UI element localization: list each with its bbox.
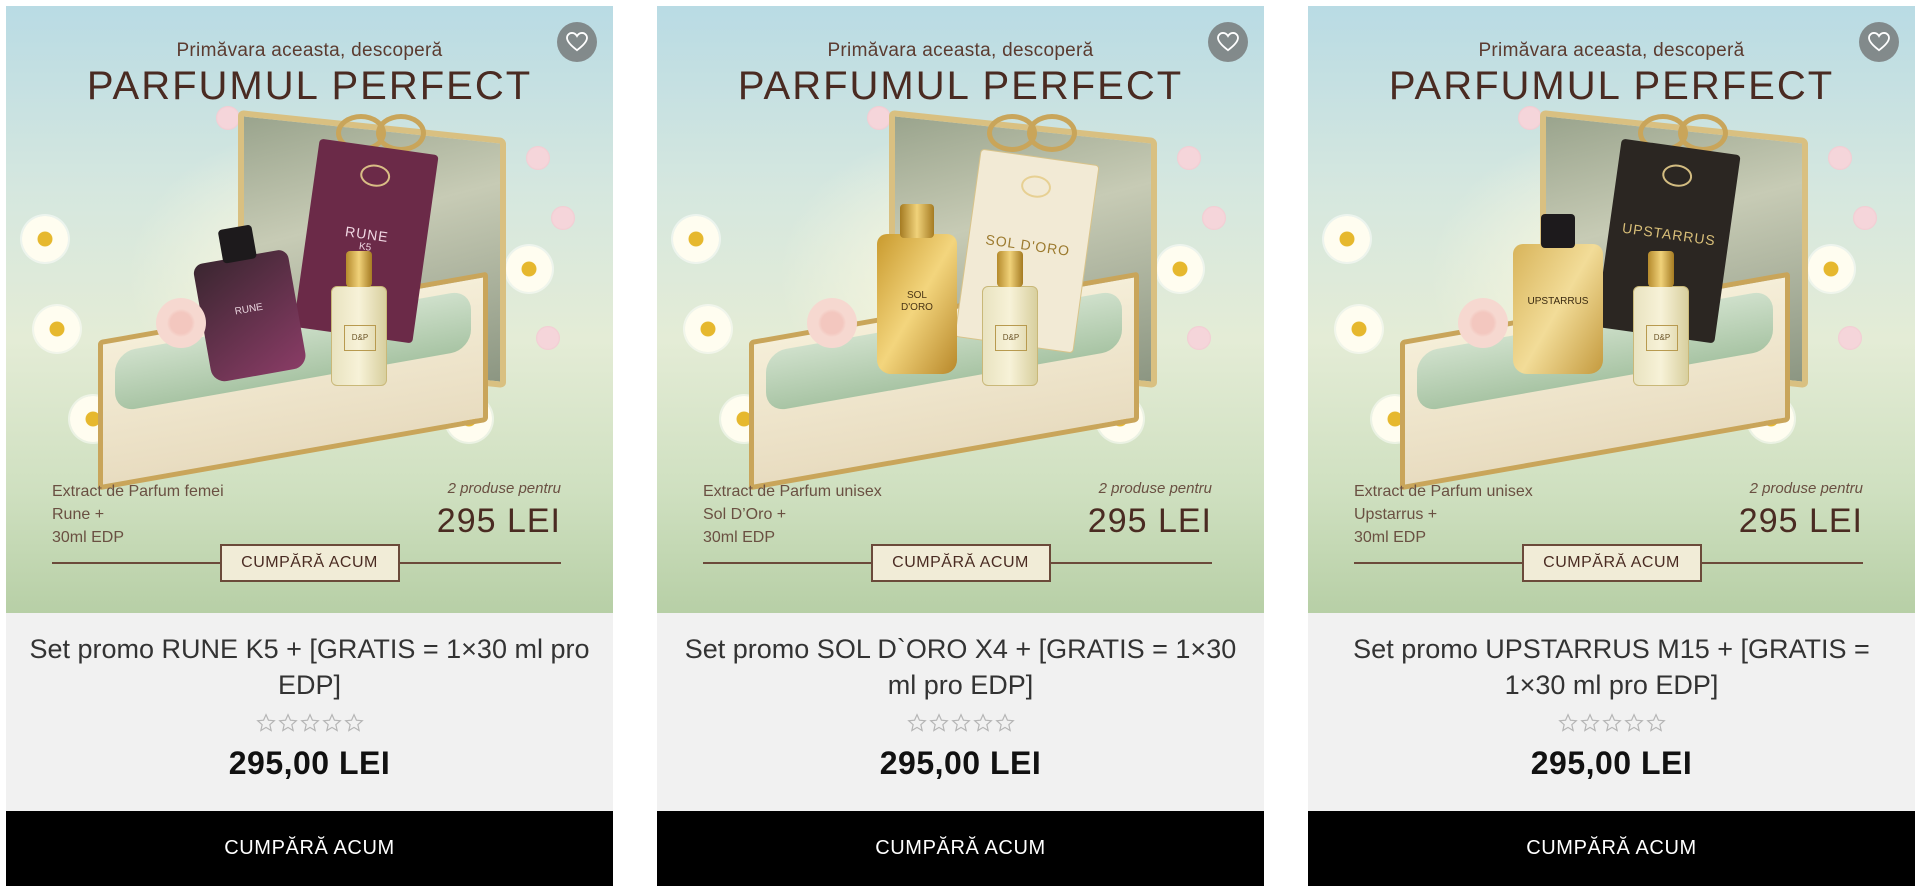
product-title[interactable]: Set promo RUNE K5 + [GRATIS = 1×30 ml pr… <box>25 631 595 703</box>
blossom-decoration <box>1828 146 1852 170</box>
favorite-button[interactable] <box>1859 22 1899 62</box>
offer-price: 295 LEI <box>1087 502 1212 540</box>
banner-cta: CUMPĂRĂ ACUM <box>1521 544 1702 582</box>
product-price: 295,00 LEI <box>1530 745 1693 781</box>
blossom-decoration <box>1187 326 1211 350</box>
perfume-bottle-label: SOL D'ORO <box>901 290 933 313</box>
blossom-decoration <box>1518 106 1542 130</box>
buy-now-button[interactable]: CUMPĂRĂ ACUM <box>657 811 1264 886</box>
star-outline-icon <box>299 713 320 732</box>
product-card: Primăvara aceasta, descoperă PARFUMUL PE… <box>657 6 1264 886</box>
perfume-bottle-label: RUNE <box>233 301 264 318</box>
banner-headline: PARFUMUL PERFECT <box>1388 64 1835 108</box>
daffodil-decoration <box>506 246 552 292</box>
star-outline-icon <box>972 713 993 732</box>
perfume-bottle: UPSTARRUS <box>1513 214 1603 374</box>
daffodil-decoration <box>34 306 80 352</box>
mini-bottle: D&P <box>1633 251 1689 386</box>
offer-price: 295 LEI <box>436 502 561 540</box>
blossom-decoration <box>536 326 560 350</box>
offer-price: 295 LEI <box>1738 502 1863 540</box>
star-outline-icon <box>1645 713 1666 732</box>
banner-description: Extract de Parfum unisex Sol D’Oro + 30m… <box>703 483 882 546</box>
star-outline-icon <box>928 713 949 732</box>
rose-decoration <box>156 298 206 348</box>
star-outline-icon <box>1579 713 1600 732</box>
mini-bottle: D&P <box>982 251 1038 386</box>
brand-logo <box>1660 162 1694 189</box>
rating-stars <box>906 713 1015 737</box>
banner-tagline: Primăvara aceasta, descoperă <box>827 40 1094 61</box>
perfume-bottle-label: UPSTARRUS <box>1527 296 1589 307</box>
perfume-box-label: UPSTARRUS <box>1621 219 1717 249</box>
daffodil-decoration <box>1157 246 1203 292</box>
daffodil-decoration <box>1336 306 1382 352</box>
buy-now-button[interactable]: CUMPĂRĂ ACUM <box>1308 811 1915 886</box>
product-image[interactable]: Primăvara aceasta, descoperă PARFUMUL PE… <box>6 6 613 613</box>
brand-logo <box>358 162 392 189</box>
blossom-decoration <box>1177 146 1201 170</box>
blossom-decoration <box>1838 326 1862 350</box>
product-price: 295,00 LEI <box>879 745 1042 781</box>
blossom-decoration <box>551 206 575 230</box>
star-outline-icon <box>1623 713 1644 732</box>
banner-description: Extract de Parfum unisex Upstarrus + 30m… <box>1354 483 1533 546</box>
offer-label: 2 produse pentru <box>1098 480 1212 497</box>
banner-description: Extract de Parfum femei Rune + 30ml EDP <box>52 483 224 546</box>
blossom-decoration <box>1202 206 1226 230</box>
star-outline-icon <box>906 713 927 732</box>
star-outline-icon <box>277 713 298 732</box>
ribbon-bow <box>987 114 1077 152</box>
star-outline-icon <box>1557 713 1578 732</box>
favorite-button[interactable] <box>557 22 597 62</box>
product-info: Set promo RUNE K5 + [GRATIS = 1×30 ml pr… <box>6 613 613 811</box>
mini-bottle: D&P <box>331 251 387 386</box>
product-card: Primăvara aceasta, descoperă PARFUMUL PE… <box>1308 6 1915 886</box>
heart-icon <box>1217 32 1239 52</box>
blossom-decoration <box>1853 206 1877 230</box>
banner-headline: PARFUMUL PERFECT <box>86 64 533 108</box>
daffodil-decoration <box>673 216 719 262</box>
daffodil-decoration <box>22 216 68 262</box>
banner-tagline: Primăvara aceasta, descoperă <box>1478 40 1745 61</box>
blossom-decoration <box>216 106 240 130</box>
rating-stars <box>1557 713 1666 737</box>
daffodil-decoration <box>685 306 731 352</box>
heart-icon <box>566 32 588 52</box>
star-outline-icon <box>343 713 364 732</box>
product-info: Set promo UPSTARRUS M15 + [GRATIS = 1×30… <box>1308 613 1915 811</box>
blossom-decoration <box>526 146 550 170</box>
offer-label: 2 produse pentru <box>1749 480 1863 497</box>
banner-cta: CUMPĂRĂ ACUM <box>870 544 1051 582</box>
perfume-bottle: SOL D'ORO <box>877 204 957 374</box>
star-outline-icon <box>321 713 342 732</box>
brand-logo <box>1019 173 1053 200</box>
blossom-decoration <box>867 106 891 130</box>
perfume-bottle: RUNE <box>192 224 308 384</box>
star-outline-icon <box>255 713 276 732</box>
rose-decoration <box>1458 298 1508 348</box>
banner-tagline: Primăvara aceasta, descoperă <box>176 40 443 61</box>
offer-label: 2 produse pentru <box>447 480 561 497</box>
product-image[interactable]: Primăvara aceasta, descoperă PARFUMUL PE… <box>1308 6 1915 613</box>
product-card: Primăvara aceasta, descoperă PARFUMUL PE… <box>6 6 613 886</box>
banner-headline: PARFUMUL PERFECT <box>737 64 1184 108</box>
star-outline-icon <box>1601 713 1622 732</box>
product-image[interactable]: Primăvara aceasta, descoperă PARFUMUL PE… <box>657 6 1264 613</box>
product-title[interactable]: Set promo UPSTARRUS M15 + [GRATIS = 1×30… <box>1327 631 1897 703</box>
rating-stars <box>255 713 364 737</box>
product-title[interactable]: Set promo SOL D`ORO X4 + [GRATIS = 1×30 … <box>676 631 1246 703</box>
product-info: Set promo SOL D`ORO X4 + [GRATIS = 1×30 … <box>657 613 1264 811</box>
rose-decoration <box>807 298 857 348</box>
banner-cta: CUMPĂRĂ ACUM <box>219 544 400 582</box>
favorite-button[interactable] <box>1208 22 1248 62</box>
star-outline-icon <box>994 713 1015 732</box>
star-outline-icon <box>950 713 971 732</box>
product-price: 295,00 LEI <box>228 745 391 781</box>
buy-now-button[interactable]: CUMPĂRĂ ACUM <box>6 811 613 886</box>
heart-icon <box>1868 32 1890 52</box>
product-grid: Primăvara aceasta, descoperă PARFUMUL PE… <box>6 6 1915 886</box>
daffodil-decoration <box>1808 246 1854 292</box>
daffodil-decoration <box>1324 216 1370 262</box>
